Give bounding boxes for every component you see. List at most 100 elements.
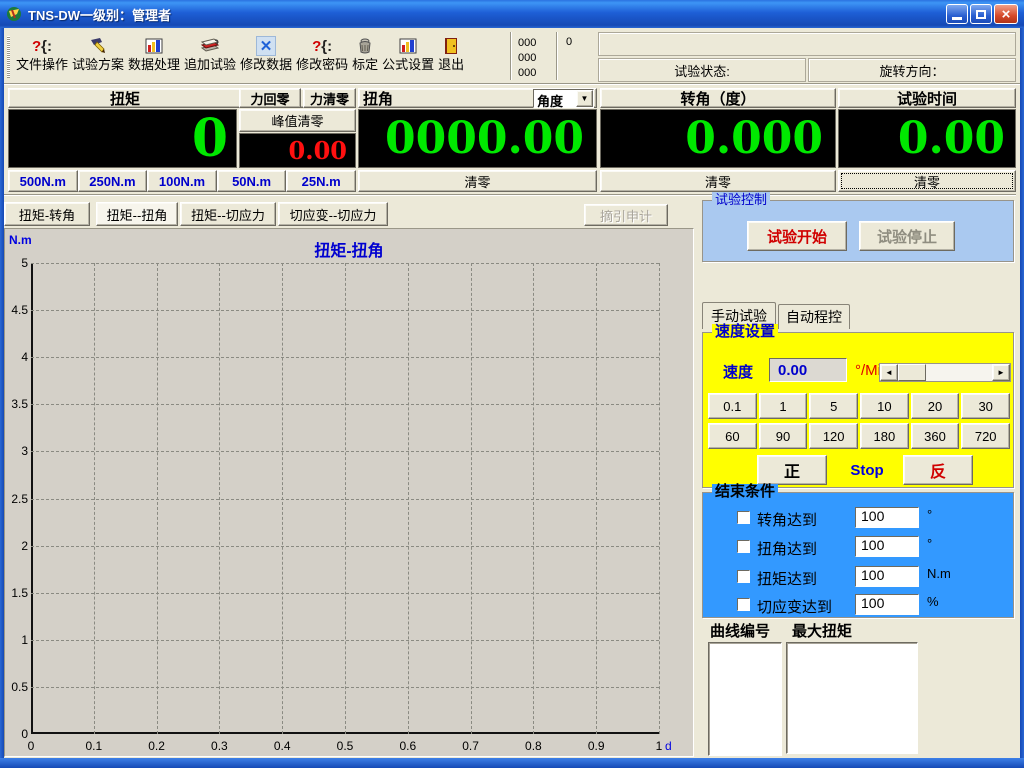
speed-preset-button[interactable]: 60 [708,423,757,449]
minimize-button[interactable] [946,4,968,24]
force-return-zero-button[interactable]: 力回零 [239,88,301,108]
chevron-down-icon[interactable]: ▼ [576,90,593,107]
torque-value: 0 [192,109,236,168]
curve-torque-rotation-button[interactable]: 扭矩-转角 [4,202,90,226]
rotation-clear-button[interactable]: 清零 [600,170,836,192]
range-button[interactable]: 25N.m [286,170,356,192]
v-gridline [659,263,660,734]
v-gridline [471,263,472,734]
condition-checkbox[interactable] [737,511,750,524]
speed-preset-button[interactable]: 120 [809,423,858,449]
time-clear-button[interactable]: 清零 [838,170,1016,192]
condition-value-input[interactable]: 100 [855,566,919,587]
scrollbar-left-arrow-icon[interactable]: ◄ [880,364,898,381]
speed-scrollbar[interactable]: ◄ ► [879,363,1011,382]
torque-display: 0 [8,109,237,168]
curve-shearstrain-shearstress-button[interactable]: 切应变--切应力 [278,202,388,226]
toolbar-append-test[interactable]: 追加试验 [182,34,238,74]
v-gridline [533,263,534,734]
y-tick-label: 2 [5,539,28,553]
speed-preset-button[interactable]: 360 [911,423,960,449]
toolbar-grip[interactable] [7,36,10,78]
x-tick-label: 0.5 [337,739,354,753]
force-clear-button[interactable]: 力清零 [303,88,356,108]
condition-value-input[interactable]: 100 [855,536,919,557]
speed-preset-button[interactable]: 180 [860,423,909,449]
speed-preset-button[interactable]: 5 [809,393,858,419]
condition-checkbox[interactable] [737,570,750,583]
condition-value-input[interactable]: 100 [855,594,919,615]
toolbar-calibration[interactable]: 标定 [350,34,380,74]
forward-button[interactable]: 正 [757,455,827,485]
speed-group-label: 速度设置 [712,324,778,340]
toolbar-change-password[interactable]: ?{: 修改密码 [294,34,350,74]
angle-mode-combobox[interactable]: 角度 ▼ [533,89,594,108]
time-value: 0.00 [898,113,1015,164]
speed-preset-button[interactable]: 1 [759,393,808,419]
range-button[interactable]: 500N.m [8,170,78,192]
maximize-button[interactable] [970,4,992,24]
curve-torque-shearstress-button[interactable]: 扭矩--切应力 [180,202,276,226]
condition-value-input[interactable]: 100 [855,507,919,528]
toolbar-file-operations[interactable]: ?{: 文件操作 [14,34,70,74]
speed-preset-button[interactable]: 720 [961,423,1010,449]
v-gridline [94,263,95,734]
scrollbar-track[interactable] [926,364,992,381]
reverse-button[interactable]: 反 [903,455,973,485]
books-icon [199,35,221,57]
range-button[interactable]: 100N.m [147,170,217,192]
speed-preset-button[interactable]: 10 [860,393,909,419]
range-buttons: 500N.m250N.m100N.m50N.m25N.m [8,170,356,192]
window-border-bottom [0,758,1024,768]
speed-preset-button[interactable]: 90 [759,423,808,449]
tab-auto-program[interactable]: 自动程控 [778,304,850,329]
x-tick-label: 0.1 [85,739,102,753]
max-torque-label: 最大扭矩 [792,620,852,641]
toolbar-exit[interactable]: 退出 [436,34,466,74]
toolbar-test-scheme[interactable]: 试验方案 [70,34,126,74]
end-condition-row: 扭角达到 100 ° [703,536,1015,558]
test-start-button[interactable]: 试验开始 [747,221,847,251]
torque-title: 扭矩 [9,88,241,109]
time-display: 0.00 [838,109,1016,168]
condition-unit: ° [927,536,932,551]
end-condition-row: 切应变达到 100 % [703,594,1015,616]
speed-preset-button[interactable]: 30 [961,393,1010,419]
speed-preset-button[interactable]: 20 [911,393,960,419]
scrollbar-right-arrow-icon[interactable]: ► [992,364,1010,381]
condition-label: 转角达到 [757,509,817,530]
speed-input[interactable] [769,358,847,382]
test-stop-button: 试验停止 [859,221,955,251]
y-tick-label: 0 [5,727,28,741]
toolbar-data-processing[interactable]: 数据处理 [126,34,182,74]
range-button[interactable]: 250N.m [78,170,148,192]
peak-value: 0.00 [289,136,355,165]
pen-icon [88,35,108,57]
test-control-group: 试验控制 试验开始 试验停止 [702,200,1014,262]
curve-number-label: 曲线编号 [710,620,770,641]
peak-clear-button[interactable]: 峰值清零 [239,109,356,132]
x-tick-label: 0 [28,739,35,753]
v-gridline [157,263,158,734]
range-button[interactable]: 50N.m [217,170,287,192]
speed-preset-button[interactable]: 0.1 [708,393,757,419]
rotation-value: 0.000 [685,113,835,164]
app-logo-icon [6,6,22,22]
scrollbar-thumb[interactable] [898,364,926,381]
rotation-title: 转角（度） [680,88,755,109]
close-button[interactable]: × [994,4,1018,24]
counter-value: 0 [566,36,572,48]
curve-torque-twist-button[interactable]: 扭矩--扭角 [96,202,178,226]
weight-icon [355,35,375,57]
condition-checkbox[interactable] [737,540,750,553]
toolbar-formula-settings[interactable]: 公式设置 [380,34,436,74]
condition-checkbox[interactable] [737,598,750,611]
curve-number-listbox[interactable] [708,642,782,756]
stop-button[interactable]: Stop [837,455,897,485]
test-status-label: 试验状态: [674,61,730,80]
max-torque-listbox[interactable] [786,642,918,754]
toolbar-modify-data[interactable]: ✕ 修改数据 [238,34,294,74]
y-tick-label: 3.5 [5,397,28,411]
x-tick-label: 0.6 [399,739,416,753]
twist-clear-button[interactable]: 清零 [358,170,597,192]
